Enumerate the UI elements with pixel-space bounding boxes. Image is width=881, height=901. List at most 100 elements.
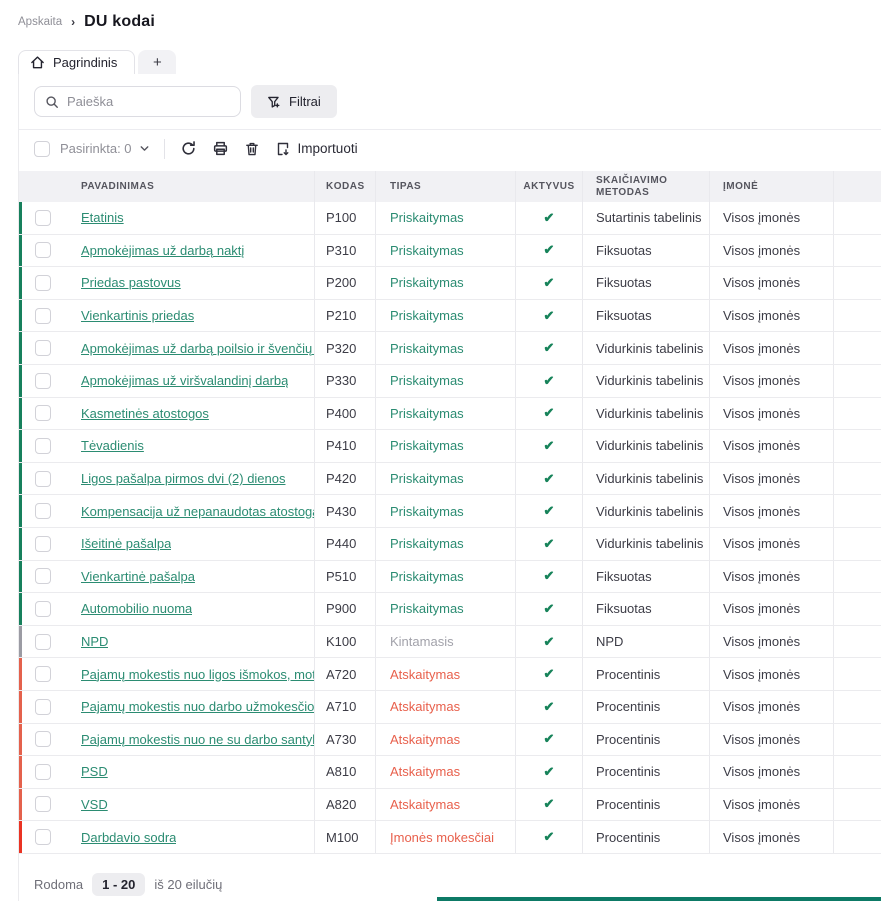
- row-name-link[interactable]: PSD: [81, 764, 108, 779]
- import-button[interactable]: Importuoti: [275, 141, 358, 157]
- active-check-icon: ✔: [544, 796, 555, 812]
- row-name-link[interactable]: VSD: [81, 797, 108, 812]
- row-method: Procentinis: [583, 821, 710, 853]
- main-panel: Filtrai Pasirinkta: 0: [18, 74, 881, 901]
- active-check-icon: ✔: [544, 764, 555, 780]
- row-method: Procentinis: [583, 724, 710, 756]
- table-row: Vienkartinis priedas P210 Priskaitymas ✔…: [19, 300, 881, 333]
- printer-icon: [212, 140, 229, 157]
- column-header-pavadinimas[interactable]: PAVADINIMAS: [66, 171, 315, 202]
- row-name-link[interactable]: Pajamų mokestis nuo ligos išmokos, motin…: [81, 667, 314, 682]
- row-checkbox[interactable]: [35, 340, 51, 356]
- refresh-button[interactable]: [180, 140, 197, 157]
- row-name-link[interactable]: Vienkartinis priedas: [81, 308, 194, 323]
- column-header-imone[interactable]: ĮMONĖ: [710, 171, 834, 202]
- table-row: Kompensacija už nepanaudotas atostogas P…: [19, 495, 881, 528]
- row-name-link[interactable]: Etatinis: [81, 210, 124, 225]
- row-code: A730: [315, 724, 376, 756]
- row-extra-cell: [834, 398, 881, 430]
- row-type: Priskaitymas: [376, 463, 516, 495]
- row-name-link[interactable]: Apmokėjimas už darbą poilsio ir švenčių …: [81, 341, 314, 356]
- row-name-link[interactable]: Ligos pašalpa pirmos dvi (2) dienos: [81, 471, 286, 486]
- row-type-stripe: [19, 398, 22, 430]
- row-company: Visos įmonės: [710, 202, 834, 234]
- row-checkbox[interactable]: [35, 536, 51, 552]
- row-name-link[interactable]: Kompensacija už nepanaudotas atostogas: [81, 504, 314, 519]
- row-method: Fiksuotas: [583, 561, 710, 593]
- row-code: P430: [315, 495, 376, 527]
- search-row: Filtrai: [19, 74, 881, 130]
- row-checkbox[interactable]: [35, 471, 51, 487]
- row-name-link[interactable]: Automobilio nuoma: [81, 601, 192, 616]
- row-checkbox[interactable]: [35, 634, 51, 650]
- row-name-link[interactable]: Kasmetinės atostogos: [81, 406, 209, 421]
- filters-button[interactable]: Filtrai: [251, 85, 337, 118]
- row-checkbox[interactable]: [35, 568, 51, 584]
- row-name-link[interactable]: Pajamų mokestis nuo ne su darbo santykia…: [81, 732, 314, 747]
- row-method: Fiksuotas: [583, 235, 710, 267]
- table-row: Automobilio nuoma P900 Priskaitymas ✔ Fi…: [19, 593, 881, 626]
- breadcrumb-parent-link[interactable]: Apskaita: [18, 16, 62, 28]
- row-type-stripe: [19, 724, 22, 756]
- table-row: Pajamų mokestis nuo ne su darbo santykia…: [19, 724, 881, 757]
- row-name-link[interactable]: Išeitinė pašalpa: [81, 536, 171, 551]
- active-check-icon: ✔: [544, 731, 555, 747]
- row-name-link[interactable]: Priedas pastovus: [81, 275, 181, 290]
- row-extra-cell: [834, 463, 881, 495]
- row-extra-cell: [834, 691, 881, 723]
- row-checkbox[interactable]: [35, 601, 51, 617]
- row-code: M100: [315, 821, 376, 853]
- row-name-link[interactable]: NPD: [81, 634, 108, 649]
- row-name-link[interactable]: Pajamų mokestis nuo darbo užmokesčio (20…: [81, 699, 314, 714]
- row-checkbox[interactable]: [35, 731, 51, 747]
- add-tab-button[interactable]: +: [138, 50, 176, 74]
- column-header-kodas[interactable]: KODAS: [315, 171, 376, 202]
- tab-pagrindinis[interactable]: Pagrindinis: [18, 50, 135, 74]
- row-name-link[interactable]: Darbdavio sodra: [81, 830, 176, 845]
- column-header-skaiciavimo-metodas[interactable]: SKAIČIAVIMO METODAS: [583, 171, 710, 202]
- row-checkbox[interactable]: [35, 503, 51, 519]
- pagination-label: Rodoma: [34, 877, 83, 892]
- horizontal-scrollbar-thumb[interactable]: [437, 897, 881, 901]
- row-checkbox[interactable]: [35, 764, 51, 780]
- row-checkbox[interactable]: [35, 666, 51, 682]
- row-checkbox[interactable]: [35, 308, 51, 324]
- row-checkbox[interactable]: [35, 275, 51, 291]
- data-table: PAVADINIMAS KODAS TIPAS AKTYVUS SKAIČIAV…: [19, 171, 881, 854]
- row-method: NPD: [583, 626, 710, 658]
- tab-label: Pagrindinis: [53, 55, 117, 70]
- row-method: Vidurkinis tabelinis: [583, 528, 710, 560]
- select-all-checkbox[interactable]: [34, 141, 50, 157]
- row-checkbox[interactable]: [35, 796, 51, 812]
- row-code: P210: [315, 300, 376, 332]
- table-row: Pajamų mokestis nuo ligos išmokos, motin…: [19, 658, 881, 691]
- row-checkbox[interactable]: [35, 242, 51, 258]
- row-extra-cell: [834, 495, 881, 527]
- breadcrumb: Apskaita › DU kodai: [18, 13, 155, 31]
- delete-button[interactable]: [244, 141, 260, 157]
- active-check-icon: ✔: [544, 503, 555, 519]
- breadcrumb-separator-icon: ›: [71, 15, 75, 29]
- row-method: Vidurkinis tabelinis: [583, 430, 710, 462]
- chevron-down-icon[interactable]: [138, 142, 151, 155]
- row-name-link[interactable]: Vienkartinė pašalpa: [81, 569, 195, 584]
- row-company: Visos įmonės: [710, 430, 834, 462]
- row-company: Visos įmonės: [710, 593, 834, 625]
- search-icon: [45, 95, 59, 109]
- column-header-aktyvus[interactable]: AKTYVUS: [516, 171, 583, 202]
- column-header-tipas[interactable]: TIPAS: [376, 171, 516, 202]
- table-row: Ligos pašalpa pirmos dvi (2) dienos P420…: [19, 463, 881, 496]
- row-checkbox[interactable]: [35, 373, 51, 389]
- row-checkbox[interactable]: [35, 438, 51, 454]
- row-checkbox[interactable]: [35, 699, 51, 715]
- row-name-link[interactable]: Apmokėjimas už darbą naktį: [81, 243, 244, 258]
- print-button[interactable]: [212, 140, 229, 157]
- row-checkbox[interactable]: [35, 210, 51, 226]
- row-checkbox[interactable]: [35, 405, 51, 421]
- pagination-range-badge[interactable]: 1 - 20: [92, 873, 145, 896]
- row-code: P410: [315, 430, 376, 462]
- row-checkbox[interactable]: [35, 829, 51, 845]
- row-name-link[interactable]: Tėvadienis: [81, 438, 144, 453]
- row-name-link[interactable]: Apmokėjimas už viršvalandinį darbą: [81, 373, 288, 388]
- search-input[interactable]: [67, 94, 230, 109]
